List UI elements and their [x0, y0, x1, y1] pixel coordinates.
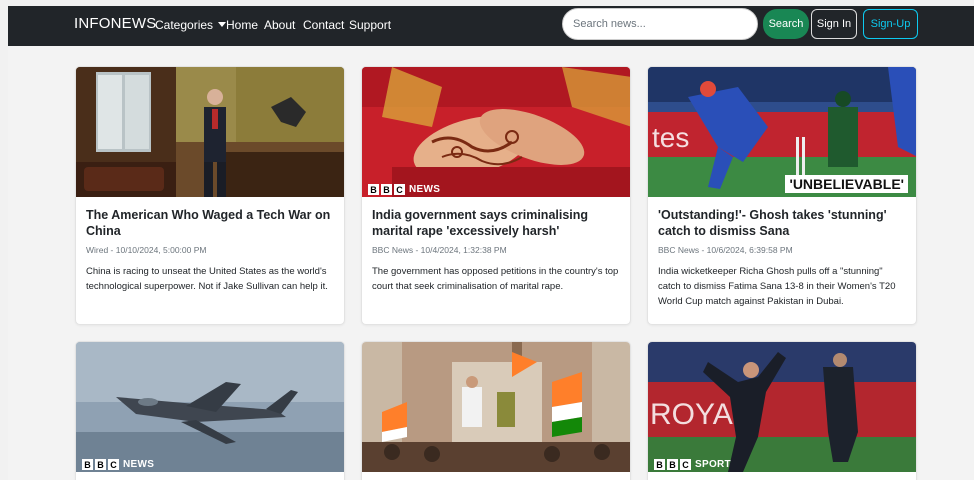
nav-about[interactable]: About — [264, 18, 295, 32]
article-card[interactable]: tes 'UNBELIEVABLE' 'Outstanding!'- Ghosh… — [647, 66, 917, 325]
nav-categories-label: Categories — [155, 18, 214, 32]
bbc-news-logo: BBC NEWS — [368, 184, 440, 195]
bbc-news-logo: BBC NEWS — [82, 459, 154, 470]
office-photo — [76, 67, 344, 197]
article-meta: BBC News - 10/6/2024, 6:39:58 PM — [658, 245, 793, 255]
henna-hands-photo — [362, 67, 630, 197]
article-image[interactable]: BBC NEWS — [362, 67, 630, 197]
bbc-sport-logo: BBC SPORT — [654, 459, 731, 470]
article-description: India wicketkeeper Richa Ghosh pulls off… — [658, 266, 896, 307]
search-button[interactable]: Search — [763, 9, 809, 39]
nav-support[interactable]: Support — [349, 18, 391, 32]
article-meta: BBC News - 10/4/2024, 1:32:38 PM — [372, 245, 507, 255]
caret-down-icon — [218, 22, 227, 27]
article-image[interactable] — [76, 67, 344, 197]
nav-contact[interactable]: Contact — [303, 18, 344, 32]
article-description: The government has opposed petitions in … — [372, 266, 619, 292]
article-image[interactable] — [362, 342, 630, 472]
article-title[interactable]: 'Outstanding!'- Ghosh takes 'stunning' c… — [658, 207, 906, 239]
signin-button[interactable]: Sign In — [811, 9, 857, 39]
article-image[interactable]: tes 'UNBELIEVABLE' — [648, 67, 916, 197]
nav-categories[interactable]: Categories — [155, 18, 227, 32]
article-card[interactable]: ROYAL BBC SPORT — [647, 341, 917, 480]
search-input[interactable] — [562, 8, 758, 40]
fighter-jet-photo — [76, 342, 344, 472]
article-card[interactable] — [361, 341, 631, 480]
article-title[interactable]: The American Who Waged a Tech War on Chi… — [86, 207, 334, 239]
svg-text:tes: tes — [652, 122, 689, 153]
article-description: China is racing to unseat the United Sta… — [86, 266, 328, 292]
article-title[interactable]: India government says criminalising mari… — [372, 207, 620, 239]
cricket-celebration-photo: ROYAL — [648, 342, 916, 472]
image-overlay-text: 'UNBELIEVABLE' — [785, 175, 908, 193]
brand-logo[interactable]: INFONEWS — [74, 15, 156, 32]
browser-viewport: INFONEWS Categories Home About Contact S… — [8, 6, 974, 480]
navbar: INFONEWS Categories Home About Contact S… — [8, 6, 974, 46]
article-meta: Wired - 10/10/2024, 5:00:00 PM — [86, 245, 207, 255]
article-card[interactable]: The American Who Waged a Tech War on Chi… — [75, 66, 345, 325]
article-card[interactable]: BBC NEWS India government says criminali… — [361, 66, 631, 325]
article-image[interactable]: BBC NEWS — [76, 342, 344, 472]
india-flags-crowd-photo — [362, 342, 630, 472]
signup-button[interactable]: Sign-Up — [863, 9, 918, 39]
article-card[interactable]: BBC NEWS — [75, 341, 345, 480]
article-image[interactable]: ROYAL BBC SPORT — [648, 342, 916, 472]
nav-home[interactable]: Home — [226, 18, 258, 32]
